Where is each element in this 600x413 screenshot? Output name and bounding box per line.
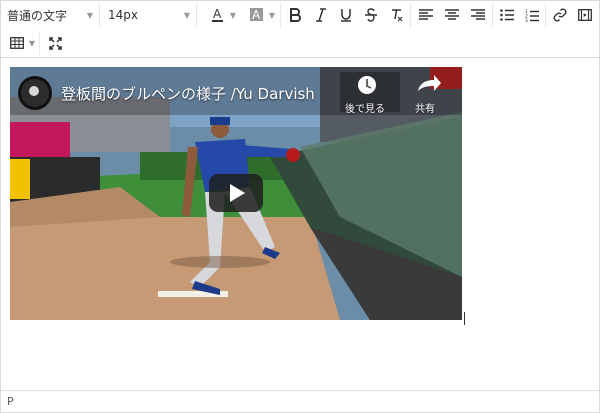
italic-button[interactable] — [309, 1, 333, 29]
italic-icon — [309, 3, 333, 27]
align-left-button[interactable] — [414, 1, 438, 29]
media-icon — [573, 3, 597, 27]
strikethrough-button[interactable] — [359, 1, 383, 29]
rich-text-editor: 普通の文字 ▼ 14px ▼ A ▼ A ▼ 1 2 3 ▼ 登板間のブルペンの… — [0, 0, 600, 413]
toolbar-divider — [99, 3, 100, 27]
toolbar-divider — [545, 3, 546, 27]
svg-text:3: 3 — [525, 18, 528, 22]
background-color-icon: A — [245, 3, 269, 27]
bullet-list-icon — [495, 3, 519, 27]
text-cursor — [464, 312, 465, 325]
link-button[interactable] — [548, 1, 572, 29]
font-size-select[interactable]: 14px ▼ — [102, 1, 196, 29]
strikethrough-icon — [359, 3, 383, 27]
fullscreen-button[interactable] — [43, 29, 67, 57]
align-center-icon — [440, 3, 464, 27]
share-label[interactable]: 共有 — [415, 100, 435, 115]
bold-button[interactable] — [283, 1, 307, 29]
clear-format-button[interactable] — [385, 1, 409, 29]
media-button[interactable] — [573, 1, 597, 29]
toolbar-divider — [410, 3, 411, 27]
font-size-value: 14px — [108, 8, 138, 22]
chevron-down-icon: ▼ — [229, 10, 237, 20]
underline-button[interactable] — [334, 1, 358, 29]
clear-format-icon — [385, 3, 409, 27]
numbered-list-icon: 123 — [520, 3, 544, 27]
block-format-value: 普通の文字 — [7, 8, 68, 23]
link-icon — [548, 3, 572, 27]
chevron-down-icon: ▼ — [28, 38, 36, 48]
table-icon — [5, 31, 29, 55]
embedded-video[interactable]: 登板間のブルペンの様子 /Yu Darvish 後で見る 共有 — [10, 67, 462, 320]
svg-text:A: A — [252, 8, 261, 22]
block-format-select[interactable]: 普通の文字 ▼ — [1, 1, 99, 29]
toolbar-divider — [280, 3, 281, 27]
fullscreen-icon — [43, 31, 67, 55]
numbered-list-button[interactable]: 123 — [520, 1, 544, 29]
toolbar-divider — [492, 3, 493, 27]
align-center-button[interactable] — [440, 1, 464, 29]
video-thumbnail — [10, 67, 462, 320]
align-left-icon — [414, 3, 438, 27]
text-color-button[interactable]: A ▼ — [203, 1, 239, 29]
table-button[interactable]: ▼ — [3, 29, 37, 57]
toolbar-divider — [39, 31, 40, 55]
align-right-button[interactable] — [466, 1, 490, 29]
underline-icon — [334, 3, 358, 27]
chevron-down-icon: ▼ — [268, 10, 276, 20]
chevron-down-icon: ▼ — [183, 10, 190, 20]
background-color-button[interactable]: A ▼ — [241, 1, 279, 29]
text-color-icon: A — [206, 3, 230, 27]
editor-toolbar: 普通の文字 ▼ 14px ▼ A ▼ A ▼ 1 2 3 ▼ — [1, 1, 599, 58]
element-path[interactable]: P — [7, 395, 14, 408]
toolbar-divider — [196, 3, 197, 27]
status-bar: P — [1, 390, 599, 412]
align-right-icon — [466, 3, 490, 27]
watch-later-label[interactable]: 後で見る — [345, 100, 385, 115]
video-title: 登板間のブルペンの様子 /Yu Darvish — [61, 85, 315, 103]
editor-content-area[interactable]: 登板間のブルペンの様子 /Yu Darvish 後で見る 共有 — [1, 58, 599, 390]
chevron-down-icon: ▼ — [86, 10, 93, 20]
bullet-list-button[interactable] — [495, 1, 519, 29]
svg-text:A: A — [213, 7, 222, 21]
bold-icon — [283, 3, 307, 27]
